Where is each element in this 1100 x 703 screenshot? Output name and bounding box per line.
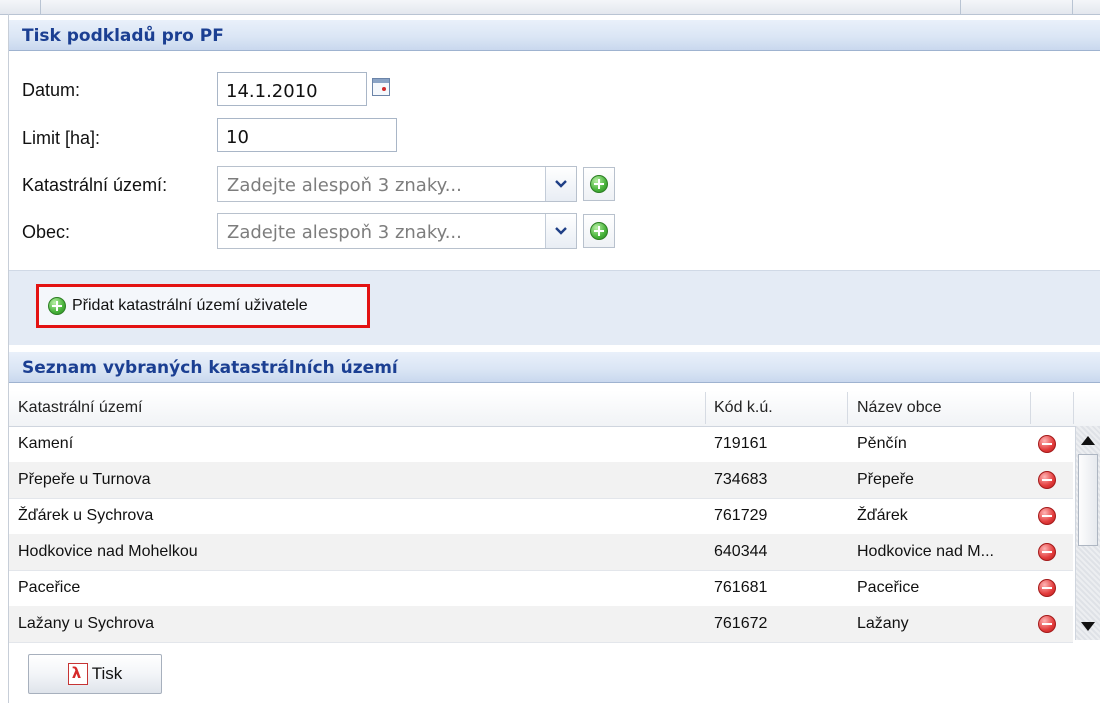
cell-nazev-obce: Přepeře [857,471,914,488]
table-row[interactable]: Žďárek u Sychrova 761729 Žďárek [9,498,1073,535]
obec-placeholder: Zadejte alespoň 3 znaky... [227,222,462,243]
add-obec-button[interactable] [583,214,615,248]
remove-icon[interactable] [1038,471,1056,489]
cell-nazev-obce: Lažany [857,615,909,632]
remove-icon[interactable] [1038,543,1056,561]
column-separator [1073,392,1074,424]
add-icon [48,297,66,315]
print-button-label: Tisk [91,664,123,683]
panel-header-seznam: Seznam vybraných katastrálních území [9,352,1100,383]
datum-input[interactable]: 14.1.2010 [217,72,367,106]
column-header-nazev-obce[interactable]: Název obce [857,399,942,417]
toolbar-divider [960,0,961,14]
column-header-kod[interactable]: Kód k.ú. [714,399,773,417]
cell-katastralni-uzemi: Lažany u Sychrova [18,615,155,632]
chevron-down-icon[interactable] [545,214,576,248]
obec-combo[interactable]: Zadejte alespoň 3 znaky... [217,213,577,249]
toolbar-divider [40,0,41,14]
cell-katastralni-uzemi: Přepeře u Turnova [18,471,151,488]
cell-kod: 761672 [714,615,768,632]
column-header-katastralni-uzemi[interactable]: Katastrální území [18,399,143,417]
remove-icon[interactable] [1038,435,1056,453]
calendar-icon[interactable] [372,78,390,96]
remove-icon[interactable] [1038,579,1056,597]
panel-title: Tisk podkladů pro PF [22,26,224,46]
cell-katastralni-uzemi: Paceřice [18,579,81,596]
cell-katastralni-uzemi: Kamení [18,435,74,452]
add-user-territory-label: Přidat katastrální území uživatele [72,297,308,314]
table-row[interactable]: Lažany u Sychrova 761672 Lažany [9,606,1073,643]
cell-katastralni-uzemi: Hodkovice nad Mohelkou [18,543,198,560]
table-row[interactable]: Hodkovice nad Mohelkou 640344 Hodkovice … [9,534,1073,571]
grid-scrollbar[interactable] [1075,426,1100,640]
grid-header: Katastrální území Kód k.ú. Název obce [9,390,1100,427]
chevron-down-icon[interactable] [545,167,576,201]
datum-label: Datum: [22,80,81,100]
scroll-up-arrow-icon[interactable] [1078,430,1098,450]
cell-nazev-obce: Žďárek [857,507,908,524]
top-toolbar-strip [0,0,1100,15]
table-row[interactable]: Přepeře u Turnova 734683 Přepeře [9,462,1073,499]
column-separator[interactable] [1030,392,1031,424]
print-button[interactable]: Tisk [28,654,162,694]
remove-icon[interactable] [1038,615,1056,633]
cell-kod: 734683 [714,471,768,488]
limit-input[interactable]: 10 [217,118,397,152]
scrollbar-thumb[interactable] [1078,454,1098,546]
scroll-down-arrow-icon[interactable] [1078,616,1098,636]
cell-kod: 719161 [714,435,768,452]
panel-title: Seznam vybraných katastrálních území [22,358,398,378]
column-separator[interactable] [847,392,848,424]
cell-katastralni-uzemi: Žďárek u Sychrova [18,507,154,524]
cell-nazev-obce: Paceřice [857,579,920,596]
table-row[interactable]: Kamení 719161 Pěnčín [9,426,1073,463]
limit-label: Limit [ha]: [22,128,101,148]
katastralni-uzemi-combo[interactable]: Zadejte alespoň 3 znaky... [217,166,577,202]
cell-nazev-obce: Hodkovice nad M... [857,543,994,560]
obec-label: Obec: [22,222,71,242]
add-icon [590,222,608,240]
cell-kod: 640344 [714,543,768,560]
remove-icon[interactable] [1038,507,1056,525]
panel-header-tisk: Tisk podkladů pro PF [9,20,1100,51]
toolbar-divider [1072,0,1073,14]
table-row[interactable]: Paceřice 761681 Paceřice [9,570,1073,607]
cell-kod: 761681 [714,579,768,596]
cell-nazev-obce: Pěnčín [857,435,907,452]
column-separator[interactable] [705,392,706,424]
cell-kod: 761729 [714,507,768,524]
add-icon [590,175,608,193]
pdf-icon [67,663,88,685]
katastralni-uzemi-label: Katastrální území: [22,175,168,195]
add-katastralni-uzemi-button[interactable] [583,167,615,201]
katastralni-uzemi-placeholder: Zadejte alespoň 3 znaky... [227,175,462,196]
add-user-territory-button[interactable]: Přidat katastrální území uživatele [40,289,366,323]
